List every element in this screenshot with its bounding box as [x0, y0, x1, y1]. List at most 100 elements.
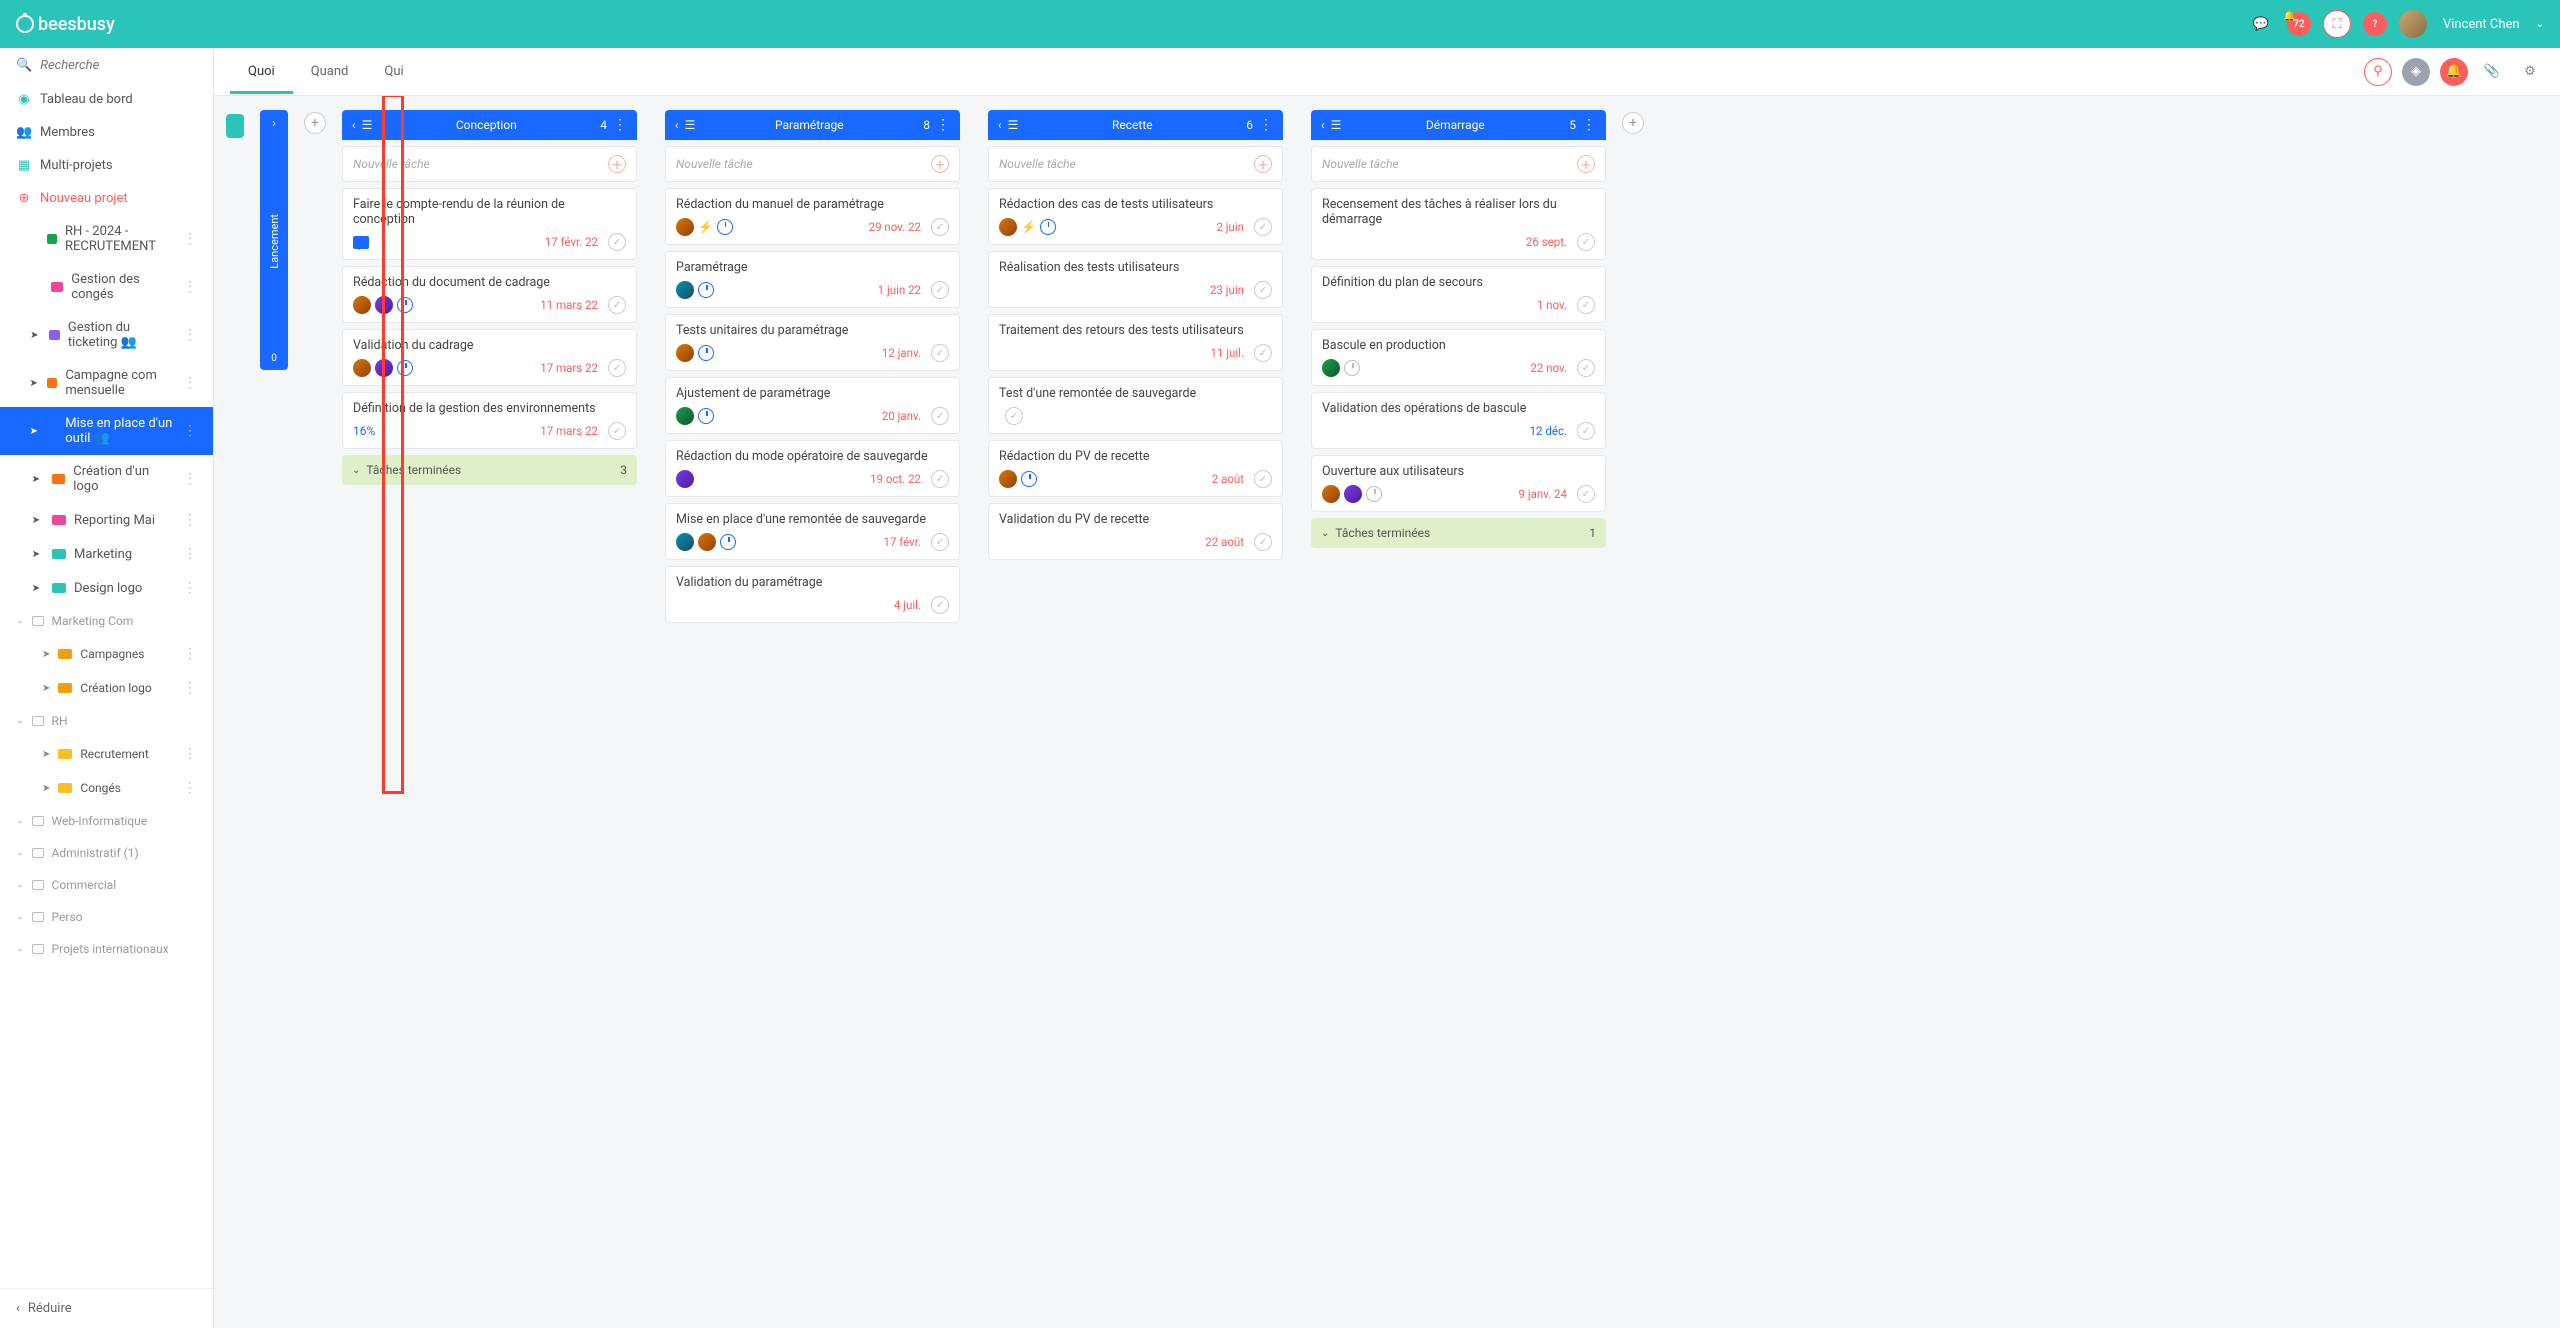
more-icon[interactable]: ⋮ — [183, 646, 197, 662]
group-item[interactable]: ⌄ RH — [0, 705, 213, 737]
task-card[interactable]: Tests unitaires du paramétrage12 janv.✓ — [665, 314, 960, 371]
more-icon[interactable]: ⋮ — [183, 231, 197, 247]
add-task-icon[interactable]: + — [1577, 155, 1595, 173]
sort-icon[interactable]: ☰ — [1008, 118, 1019, 132]
task-card[interactable]: Ajustement de paramétrage20 janv.✓ — [665, 377, 960, 434]
column-menu-icon[interactable]: ⋮ — [1582, 117, 1596, 133]
task-card[interactable]: Réalisation des tests utilisateurs23 jui… — [988, 251, 1283, 308]
collapsed-column-lancement[interactable]: › Lancement 0 — [260, 110, 288, 370]
nav-members[interactable]: 👥 Membres — [0, 116, 213, 149]
more-icon[interactable]: ⋮ — [183, 580, 197, 596]
task-card[interactable]: Test d'une remontée de sauvegarde✓ — [988, 377, 1283, 434]
nav-new-project[interactable]: ⊕ Nouveau projet — [0, 182, 213, 215]
project-item[interactable]: ➤Gestion du ticketing 👥⋮ — [0, 311, 213, 359]
subproject-item[interactable]: ➤ Congés⋮ — [0, 771, 213, 805]
more-icon[interactable]: ⋮ — [183, 375, 197, 391]
task-card[interactable]: Rédaction du PV de recette2 août✓ — [988, 440, 1283, 497]
reduce-button[interactable]: ‹ Réduire — [0, 1288, 213, 1328]
task-card[interactable]: Définition du plan de secours1 nov.✓ — [1311, 266, 1606, 323]
check-button[interactable]: ✓ — [931, 470, 949, 488]
task-card[interactable]: Mise en place d'une remontée de sauvegar… — [665, 503, 960, 560]
task-card[interactable]: Faire le compte-rendu de la réunion de c… — [342, 188, 637, 260]
group-item[interactable]: ⌄ Marketing Com — [0, 605, 213, 637]
check-button[interactable]: ✓ — [608, 359, 626, 377]
task-card[interactable]: Recensement des tâches à réaliser lors d… — [1311, 188, 1606, 260]
new-task-input[interactable]: Nouvelle tâche+ — [1311, 146, 1606, 182]
task-card[interactable]: Bascule en production22 nov.✓ — [1311, 329, 1606, 386]
tab-quoi[interactable]: Quoi — [230, 50, 293, 93]
help-icon[interactable]: ? — [2363, 12, 2387, 36]
rail-item[interactable] — [226, 114, 244, 138]
chevron-left-icon[interactable]: ‹ — [352, 118, 356, 132]
group-item[interactable]: ⌄ Perso — [0, 901, 213, 933]
check-button[interactable]: ✓ — [931, 596, 949, 614]
user-name[interactable]: Vincent Chen — [2443, 17, 2520, 32]
group-item[interactable]: ⌄ Administratif (1) — [0, 837, 213, 869]
project-item[interactable]: RH - 2024 - RECRUTEMENT⋮ — [0, 215, 213, 263]
chevron-left-icon[interactable]: ‹ — [675, 118, 679, 132]
more-icon[interactable]: ⋮ — [183, 279, 197, 295]
more-icon[interactable]: ⋮ — [183, 780, 197, 796]
task-card[interactable]: Traitement des retours des tests utilisa… — [988, 314, 1283, 371]
logo[interactable]: beesbusy — [16, 14, 115, 35]
check-button[interactable]: ✓ — [608, 296, 626, 314]
attach-icon[interactable]: 📎 — [2478, 58, 2506, 86]
project-item[interactable]: ➤Reporting Mai⋮ — [0, 503, 213, 537]
project-item[interactable]: ➤Campagne com mensuelle⋮ — [0, 359, 213, 407]
check-button[interactable]: ✓ — [1254, 344, 1272, 362]
check-button[interactable]: ✓ — [1577, 422, 1595, 440]
task-card[interactable]: Définition de la gestion des environneme… — [342, 392, 637, 449]
sort-icon[interactable]: ☰ — [685, 118, 696, 132]
more-icon[interactable]: ⋮ — [183, 423, 197, 439]
check-button[interactable]: ✓ — [1254, 533, 1272, 551]
check-button[interactable]: ✓ — [931, 218, 949, 236]
new-task-input[interactable]: Nouvelle tâche+ — [988, 146, 1283, 182]
add-column-button-right[interactable]: + — [1622, 112, 1644, 134]
more-icon[interactable]: ⋮ — [183, 746, 197, 762]
chevron-left-icon[interactable]: ‹ — [998, 118, 1002, 132]
check-button[interactable]: ✓ — [1254, 470, 1272, 488]
tab-quand[interactable]: Quand — [293, 50, 367, 93]
column-menu-icon[interactable]: ⋮ — [613, 117, 627, 133]
check-button[interactable]: ✓ — [1577, 485, 1595, 503]
chat-icon[interactable]: 💬 — [2247, 10, 2275, 38]
project-item[interactable]: ➤Marketing⋮ — [0, 537, 213, 571]
more-icon[interactable]: ⋮ — [183, 546, 197, 562]
check-button[interactable]: ✓ — [1254, 281, 1272, 299]
task-card[interactable]: Rédaction du manuel de paramétrage⚡29 no… — [665, 188, 960, 245]
more-icon[interactable]: ⋮ — [183, 327, 197, 343]
task-card[interactable]: Rédaction du mode opératoire de sauvegar… — [665, 440, 960, 497]
add-task-icon[interactable]: + — [608, 155, 626, 173]
search-input[interactable] — [40, 58, 205, 73]
chevron-down-icon[interactable]: ⌄ — [2536, 19, 2544, 30]
check-button[interactable]: ✓ — [1577, 296, 1595, 314]
project-item[interactable]: ➤Mise en place d'un outil 👥⋮ — [0, 407, 213, 455]
subproject-item[interactable]: ➤ Création logo⋮ — [0, 671, 213, 705]
project-item[interactable]: ➤Design logo⋮ — [0, 571, 213, 605]
nav-multi-projects[interactable]: ▦ Multi-projets — [0, 149, 213, 182]
sort-icon[interactable]: ☰ — [1331, 118, 1342, 132]
group-item[interactable]: ⌄ Projets internationaux — [0, 933, 213, 965]
subproject-item[interactable]: ➤ Recrutement⋮ — [0, 737, 213, 771]
check-button[interactable]: ✓ — [608, 422, 626, 440]
task-card[interactable]: Ouverture aux utilisateurs9 janv. 24✓ — [1311, 455, 1606, 512]
tag-icon[interactable]: ◈ — [2402, 58, 2430, 86]
done-tasks-bar[interactable]: ⌄Tâches terminées3 — [342, 455, 637, 485]
check-button[interactable]: ✓ — [931, 407, 949, 425]
scan-icon[interactable]: ⛶ — [2323, 10, 2351, 38]
column-menu-icon[interactable]: ⋮ — [936, 117, 950, 133]
add-task-icon[interactable]: + — [1254, 155, 1272, 173]
chevron-left-icon[interactable]: ‹ — [1321, 118, 1325, 132]
tab-qui[interactable]: Qui — [366, 50, 421, 93]
check-button[interactable]: ✓ — [931, 533, 949, 551]
user-avatar[interactable] — [2399, 10, 2427, 38]
project-item[interactable]: ➤Création d'un logo⋮ — [0, 455, 213, 503]
check-button[interactable]: ✓ — [1254, 218, 1272, 236]
add-column-button[interactable]: + — [304, 112, 326, 134]
more-icon[interactable]: ⋮ — [183, 471, 197, 487]
new-task-input[interactable]: Nouvelle tâche+ — [342, 146, 637, 182]
bell-icon[interactable]: 🔔 — [2440, 58, 2468, 86]
filter-icon[interactable]: ⚲ — [2364, 58, 2392, 86]
group-item[interactable]: ⌄ Commercial — [0, 869, 213, 901]
check-button[interactable]: ✓ — [608, 233, 626, 251]
